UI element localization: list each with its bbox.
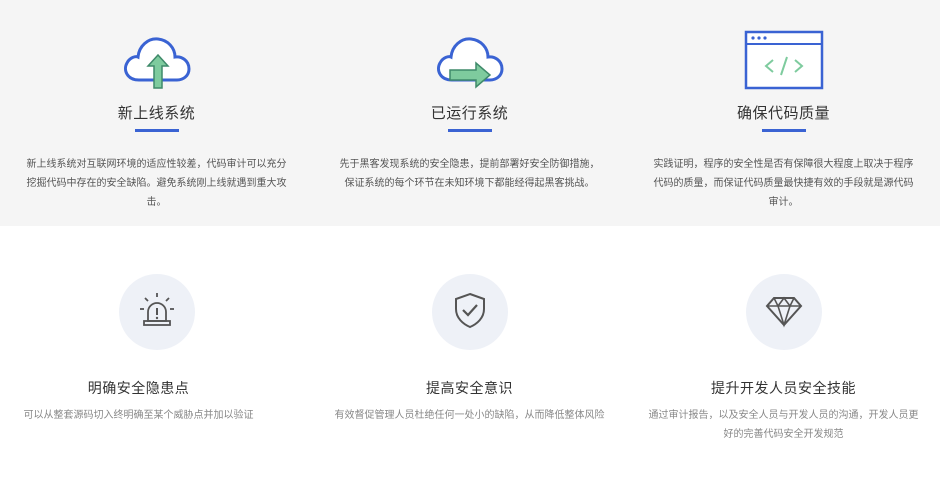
title-underline [134,129,179,132]
cloud-upload-icon [117,28,197,94]
benefit-desc: 可以从整套源码切入终明确至某个威胁点并加以验证 [23,410,254,421]
cloud-arrow-right-icon [430,28,510,94]
circle-badge [745,274,822,350]
feature-title: 确保代码质量 [736,104,830,122]
shield-check-icon [450,290,490,334]
circle-badge [118,274,195,350]
benefit-title: 提高安全意识 [426,381,513,397]
feature-title: 新上线系统 [117,104,196,122]
benefit-title: 明确安全隐患点 [87,381,190,397]
feature-desc: 新上线系统对互联网环境的适应性较差，代码审计可以充分挖掘代码中存在的安全缺陷。避… [26,159,287,208]
benefit-desc: 有效督促管理人员杜绝任何一处小的缺陷，从而降低整体风险 [334,410,605,421]
alarm-light-icon [137,290,177,334]
feature-desc: 实践证明，程序的安全性是否有保障很大程度上取决于程序代码的质量，而保证代码质量最… [653,159,914,208]
circle-badge [431,274,508,350]
feature-title: 已运行系统 [430,104,509,122]
title-underline [447,129,492,132]
benefit-desc: 通过审计报告，以及安全人员与开发人员的沟通，开发人员更好的完善代码安全开发规范 [648,410,919,440]
title-underline [761,129,806,132]
feature-desc: 先于黑客发现系统的安全隐患，提前部署好安全防御措施，保证系统的每个环节在未知环境… [339,159,600,189]
benefit-title: 提升开发人员安全技能 [711,381,856,397]
diamond-icon [764,290,804,334]
code-window-icon [744,28,824,94]
